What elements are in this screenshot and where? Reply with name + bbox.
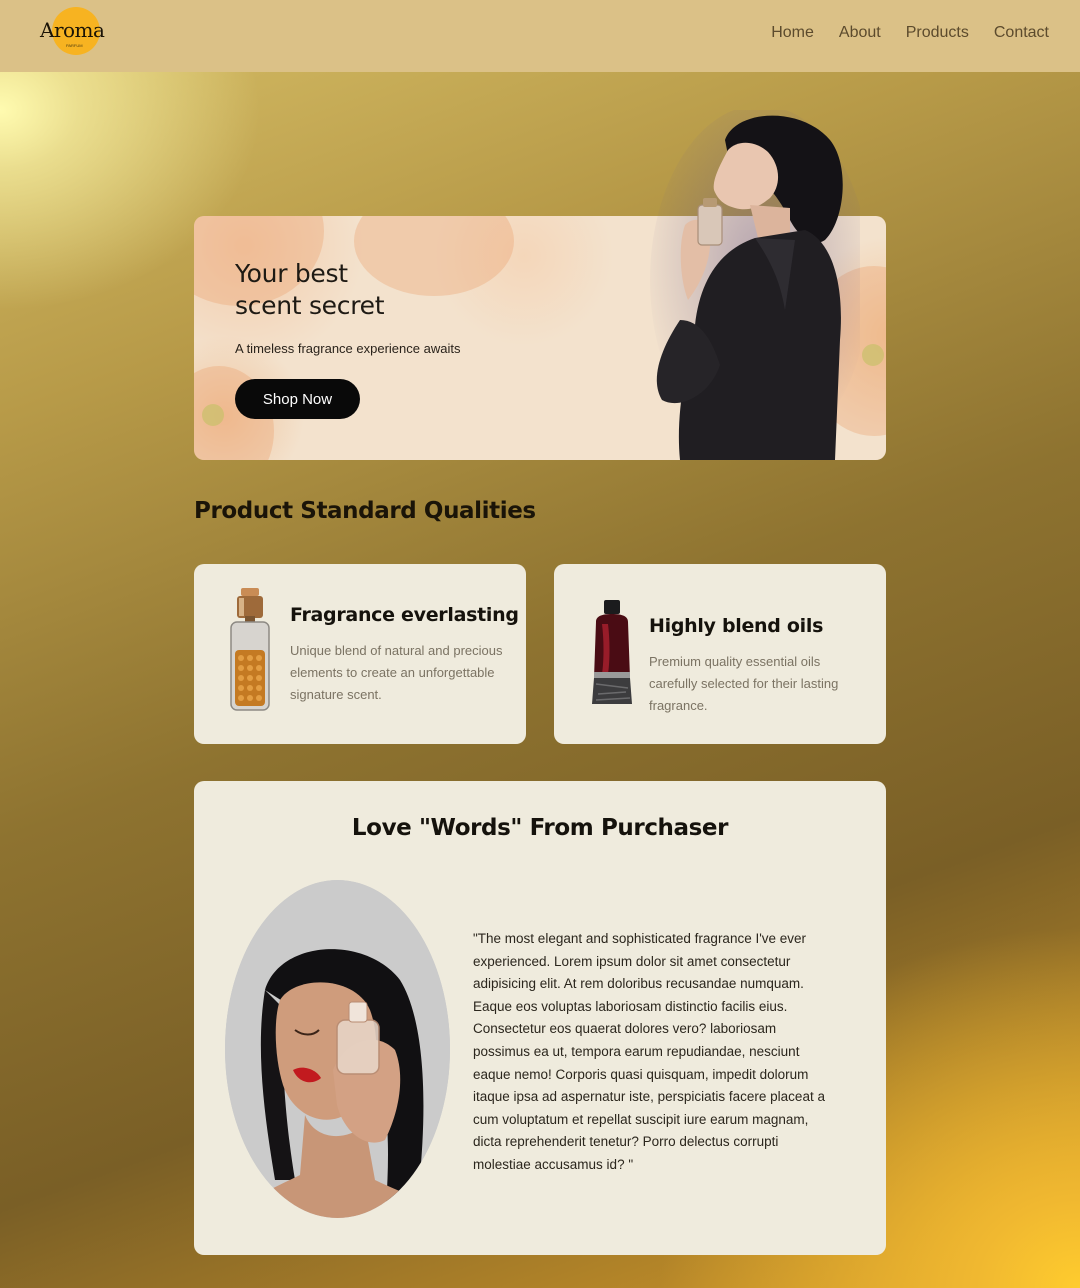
top-navbar: Aroma PARFUM Home About Products Contact bbox=[0, 0, 1080, 72]
hero-model-image bbox=[650, 110, 860, 460]
flower-center bbox=[862, 344, 884, 366]
hero-title: Your best scent secret bbox=[235, 258, 385, 322]
card-description: Premium quality essential oils carefully… bbox=[649, 654, 839, 713]
brand-logo[interactable]: Aroma PARFUM bbox=[40, 6, 105, 56]
logo-wordmark: Aroma bbox=[40, 18, 105, 42]
hero-subtitle: A timeless fragrance experience awaits bbox=[235, 341, 461, 356]
quality-card-oils: Highly blend oils Premium quality essent… bbox=[554, 564, 886, 744]
shop-now-button[interactable]: Shop Now bbox=[235, 379, 360, 419]
nav-about-link[interactable]: About bbox=[839, 24, 881, 42]
nav-products-link[interactable]: Products bbox=[906, 24, 969, 42]
testimonial-title: Love "Words" From Purchaser bbox=[351, 815, 729, 841]
nav-contact-link[interactable]: Contact bbox=[994, 24, 1049, 42]
nav-home-link[interactable]: Home bbox=[771, 24, 814, 42]
card-description: Unique blend of natural and precious ele… bbox=[290, 643, 503, 702]
testimonial-section: Love "Words" From Purchaser "The most el… bbox=[194, 781, 886, 1255]
hero-title-line-1: Your best bbox=[235, 259, 348, 288]
card-title: Fragrance everlasting bbox=[290, 604, 519, 626]
logo-tagline: PARFUM bbox=[66, 43, 83, 48]
portrait-image bbox=[225, 880, 450, 1218]
quality-card-fragrance: Fragrance everlasting Unique blend of na… bbox=[194, 564, 526, 744]
hero-title-line-2: scent secret bbox=[235, 291, 385, 320]
card-title: Highly blend oils bbox=[649, 615, 824, 637]
purchaser-portrait bbox=[225, 880, 450, 1218]
flower-center bbox=[202, 404, 224, 426]
amber-perfume-bottle-icon bbox=[230, 588, 270, 711]
main-nav: Home About Products Contact bbox=[771, 24, 1049, 42]
qualities-section-title: Product Standard Qualities bbox=[194, 498, 536, 524]
dark-red-perfume-bottle-icon bbox=[592, 600, 632, 704]
testimonial-quote: "The most elegant and sophisticated frag… bbox=[473, 931, 825, 1172]
